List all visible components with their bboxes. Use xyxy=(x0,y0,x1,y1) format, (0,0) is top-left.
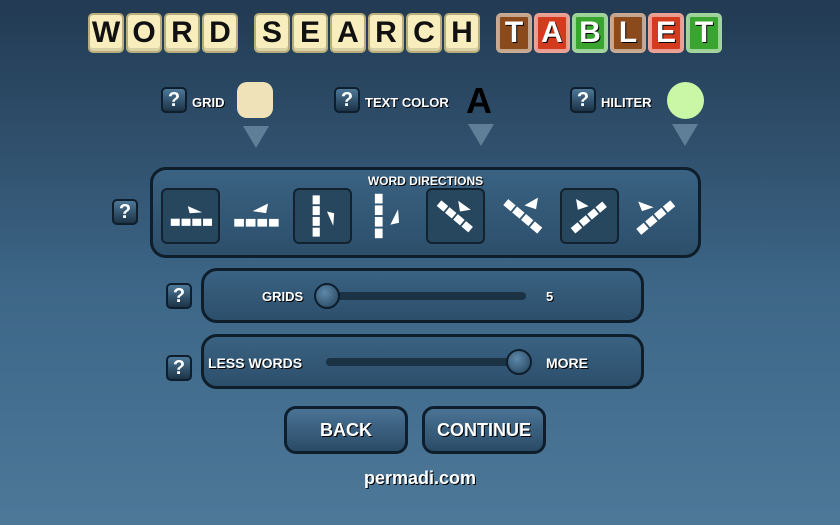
title-letter-tile: S xyxy=(254,13,290,53)
title-letter-tile: H xyxy=(444,13,480,53)
title-letter-tile: A xyxy=(330,13,366,53)
title-letter-tile: W xyxy=(88,13,124,53)
vertical-up-arrow-icon xyxy=(374,193,400,239)
direction-toggle-vertical-up[interactable] xyxy=(356,188,415,244)
diagonal-down-right-arrow-icon xyxy=(436,200,473,233)
word-directions-title: WORD DIRECTIONS xyxy=(367,174,484,188)
direction-toggle-vertical-down[interactable] xyxy=(293,188,352,244)
grid-label: GRID xyxy=(192,95,225,110)
directions-help-button[interactable]: ? xyxy=(112,199,138,225)
title-letter-tile: E xyxy=(292,13,328,53)
horizontal-forward-arrow-icon xyxy=(170,206,213,226)
title-letter-tile: L xyxy=(610,13,646,53)
text-color-sample[interactable]: A xyxy=(466,80,492,122)
direction-toggle-diagonal-up-right[interactable] xyxy=(560,188,619,244)
hiliter-help-button[interactable]: ? xyxy=(570,87,596,113)
title-letter-tile: O xyxy=(126,13,162,53)
horizontal-backward-arrow-icon xyxy=(234,203,279,227)
title-letter-tile: B xyxy=(572,13,608,53)
title-letter-tile: A xyxy=(534,13,570,53)
text-color-dropdown-icon[interactable] xyxy=(468,124,494,146)
hiliter-color-swatch[interactable] xyxy=(667,82,704,119)
grids-slider-track[interactable] xyxy=(316,292,526,300)
diagonal-down-left-arrow-icon xyxy=(636,200,676,235)
title-letter-tile: R xyxy=(164,13,200,53)
hiliter-label: HILITER xyxy=(601,95,652,110)
grids-value: 5 xyxy=(546,289,554,304)
text-color-help-button[interactable]: ? xyxy=(334,87,360,113)
direction-toggle-diagonal-up-left[interactable] xyxy=(494,188,553,244)
direction-toggle-horizontal-backward[interactable] xyxy=(226,188,285,244)
text-color-label: TEXT COLOR xyxy=(365,95,449,110)
direction-toggle-horizontal-forward[interactable] xyxy=(161,188,220,244)
title-letter-tile: T xyxy=(686,13,722,53)
diagonal-up-left-arrow-icon xyxy=(503,197,543,234)
footer-link[interactable]: permadi.com xyxy=(0,468,840,489)
title-letter-tile: C xyxy=(406,13,442,53)
direction-toggle-diagonal-down-left[interactable] xyxy=(627,188,686,244)
grids-slider-knob[interactable] xyxy=(314,283,340,309)
diagonal-up-right-arrow-icon xyxy=(570,198,607,234)
title-letter-tile: E xyxy=(648,13,684,53)
back-button[interactable]: BACK xyxy=(284,406,408,454)
title-letter-tile: D xyxy=(202,13,238,53)
game-title: WORDSEARCHTABLET xyxy=(88,13,724,55)
grid-color-swatch[interactable] xyxy=(237,82,273,118)
more-words-label: MORE xyxy=(546,355,588,371)
words-slider-track[interactable] xyxy=(326,358,526,366)
hiliter-dropdown-icon[interactable] xyxy=(672,124,698,146)
continue-button[interactable]: CONTINUE xyxy=(422,406,546,454)
title-letter-tile: R xyxy=(368,13,404,53)
less-words-label: LESS WORDS xyxy=(208,355,303,371)
grid-help-button[interactable]: ? xyxy=(161,87,187,113)
grids-help-button[interactable]: ? xyxy=(166,283,192,309)
grid-color-dropdown-icon[interactable] xyxy=(243,126,269,148)
grids-label: GRIDS xyxy=(262,289,304,304)
direction-toggle-diagonal-down-right[interactable] xyxy=(426,188,485,244)
words-slider-knob[interactable] xyxy=(506,349,532,375)
words-help-button[interactable]: ? xyxy=(166,355,192,381)
vertical-down-arrow-icon xyxy=(312,195,335,237)
title-letter-tile: T xyxy=(496,13,532,53)
